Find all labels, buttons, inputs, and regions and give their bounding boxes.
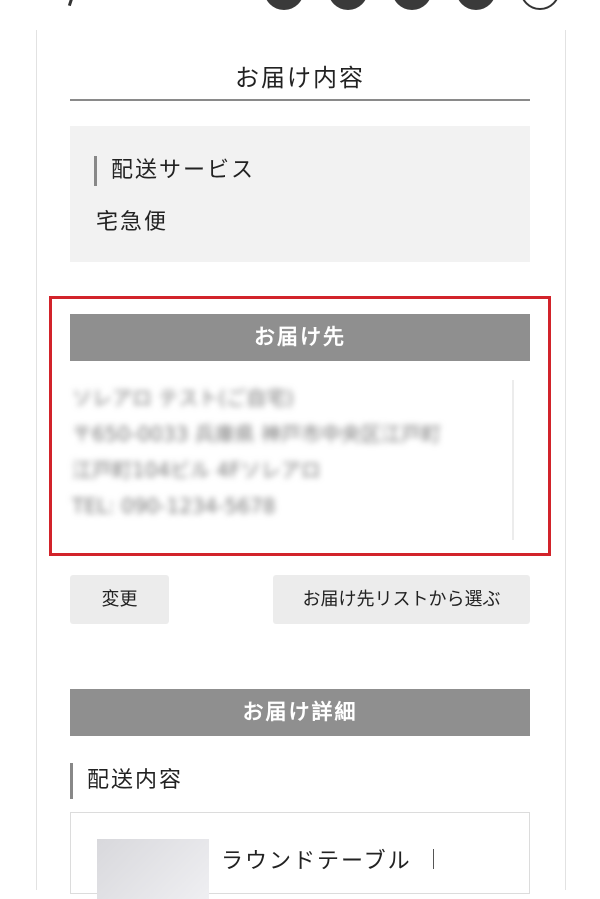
delivery-service-box: 配送サービス 宅急便 <box>70 126 530 262</box>
address-line-postal: 〒650-0033 兵庫県 神戸市中央区江戸町 <box>72 422 442 446</box>
address-scrollbar[interactable] <box>512 380 514 540</box>
nav-circle-button-1[interactable] <box>264 0 304 10</box>
destination-address: ソレアロ テスト(ご自宅) 〒650-0033 兵庫県 神戸市中央区江戸町 江戸… <box>72 380 512 540</box>
top-navigation-bar <box>0 0 600 14</box>
item-thumbnail <box>97 839 209 899</box>
nav-circle-button-3[interactable] <box>392 0 432 10</box>
logo-fragment <box>67 0 76 7</box>
delivery-content-label: 配送内容 <box>70 763 183 799</box>
delivery-item-card: ラウンドテーブル <box>70 812 530 899</box>
title-divider <box>70 99 530 101</box>
choose-from-address-list-button[interactable]: お届け先リストから選ぶ <box>273 575 530 624</box>
nav-circle-button-2[interactable] <box>328 0 368 10</box>
change-destination-button[interactable]: 変更 <box>70 575 169 624</box>
delivery-section-title: お届け内容 <box>235 64 365 92</box>
address-line-name: ソレアロ テスト(ご自宅) <box>72 386 294 410</box>
delivery-details-header: お届け詳細 <box>70 689 530 736</box>
delivery-service-value: 宅急便 <box>96 210 169 235</box>
address-line-building: 江戸町104ビル 4Fソレアロ <box>72 458 321 482</box>
item-divider <box>433 849 434 869</box>
address-line-phone: TEL: 090-1234-5678 <box>72 494 276 518</box>
nav-circle-button-4[interactable] <box>456 0 496 10</box>
delivery-service-label: 配送サービス <box>94 156 255 186</box>
nav-circle-button-5[interactable] <box>520 0 560 10</box>
item-name: ラウンドテーブル <box>221 849 412 874</box>
destination-header: お届け先 <box>70 314 530 361</box>
